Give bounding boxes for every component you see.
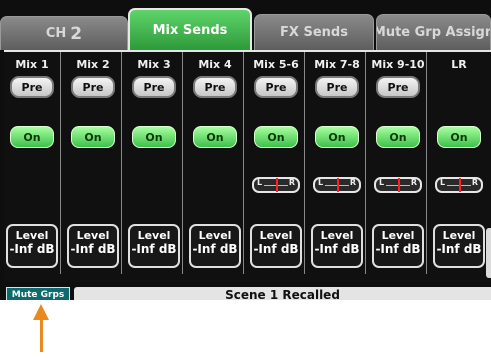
level-value: -Inf dB: [70, 242, 116, 256]
tab-channel-prefix: CH: [45, 26, 67, 41]
pan-control[interactable]: L R: [252, 177, 300, 193]
pan-right-label: R: [410, 178, 417, 187]
pan-position-marker: [276, 178, 278, 192]
pan-position-marker: [459, 178, 461, 192]
horizontal-scroll-indicator[interactable]: [486, 228, 491, 278]
pre-button[interactable]: Pre: [376, 76, 420, 98]
level-control[interactable]: Level -Inf dB: [67, 224, 119, 268]
tab-channel[interactable]: CH 2: [0, 16, 128, 50]
strip-mix-1: Mix 1 Pre On Level -Inf dB: [4, 52, 61, 274]
pan-left-label: L: [318, 178, 324, 187]
strip-lr: LR On L R Level -Inf dB: [431, 52, 487, 274]
tab-mute-grp-assign-label: Mute Grp Assign: [376, 25, 491, 40]
pan-right-label: R: [471, 178, 478, 187]
strip-name: Mix 9-10: [371, 58, 425, 71]
on-button[interactable]: On: [315, 126, 359, 148]
tab-channel-number: 2: [70, 23, 83, 44]
mute-grps-button[interactable]: Mute Grps: [6, 287, 70, 300]
mixer-screen: CH 2 Mix Sends FX Sends Mute Grp Assign …: [0, 0, 491, 300]
pre-button[interactable]: Pre: [254, 76, 298, 98]
level-label: Level: [198, 229, 232, 242]
tab-mix-sends[interactable]: Mix Sends: [128, 8, 252, 50]
strip-name: Mix 4: [198, 58, 232, 71]
level-control[interactable]: Level -Inf dB: [433, 224, 485, 268]
tab-mute-grp-assign[interactable]: Mute Grp Assign: [376, 14, 491, 50]
on-button[interactable]: On: [376, 126, 420, 148]
strip-name: Mix 7-8: [314, 58, 360, 71]
on-button[interactable]: On: [71, 126, 115, 148]
strip-mix-2: Mix 2 Pre On Level -Inf dB: [65, 52, 122, 274]
pan-control[interactable]: L R: [374, 177, 422, 193]
pre-button[interactable]: Pre: [10, 76, 54, 98]
pan-right-label: R: [349, 178, 356, 187]
on-button[interactable]: On: [193, 126, 237, 148]
on-button[interactable]: On: [437, 126, 481, 148]
pan-position-marker: [337, 178, 339, 192]
strip-name: Mix 5-6: [253, 58, 299, 71]
level-label: Level: [381, 229, 415, 242]
level-value: -Inf dB: [436, 242, 482, 256]
level-control[interactable]: Level -Inf dB: [372, 224, 424, 268]
level-control[interactable]: Level -Inf dB: [311, 224, 363, 268]
level-label: Level: [320, 229, 354, 242]
level-value: -Inf dB: [9, 242, 55, 256]
strip-name: LR: [451, 58, 467, 71]
level-value: -Inf dB: [253, 242, 299, 256]
level-control[interactable]: Level -Inf dB: [128, 224, 180, 268]
level-label: Level: [15, 229, 49, 242]
on-button[interactable]: On: [10, 126, 54, 148]
tab-mix-sends-label: Mix Sends: [152, 22, 228, 38]
status-message: Scene 1 Recalled: [74, 287, 491, 300]
pan-position-marker: [398, 178, 400, 192]
pan-control[interactable]: L R: [435, 177, 483, 193]
send-strips-panel: Mix 1 Pre On Level -Inf dB Mix 2 Pre On …: [4, 50, 491, 282]
strip-mix-9-10: Mix 9-10 Pre On L R Level -Inf dB: [370, 52, 427, 274]
level-value: -Inf dB: [314, 242, 360, 256]
callout-arrow-shaft: [40, 318, 43, 352]
level-control[interactable]: Level -Inf dB: [250, 224, 302, 268]
strip-name: Mix 3: [137, 58, 171, 71]
pan-control[interactable]: L R: [313, 177, 361, 193]
level-label: Level: [76, 229, 110, 242]
pan-left-label: L: [379, 178, 385, 187]
pre-button[interactable]: Pre: [315, 76, 359, 98]
tab-fx-sends-label: FX Sends: [280, 25, 348, 40]
level-value: -Inf dB: [131, 242, 177, 256]
pre-button[interactable]: Pre: [71, 76, 115, 98]
on-button[interactable]: On: [254, 126, 298, 148]
tab-fx-sends[interactable]: FX Sends: [254, 14, 374, 50]
strip-name: Mix 2: [76, 58, 110, 71]
pan-left-label: L: [257, 178, 263, 187]
level-control[interactable]: Level -Inf dB: [189, 224, 241, 268]
level-value: -Inf dB: [192, 242, 238, 256]
level-control[interactable]: Level -Inf dB: [6, 224, 58, 268]
strip-mix-5-6: Mix 5-6 Pre On L R Level -Inf dB: [248, 52, 305, 274]
level-value: -Inf dB: [375, 242, 421, 256]
strip-mix-4: Mix 4 Pre On Level -Inf dB: [187, 52, 244, 274]
strip-name: Mix 1: [15, 58, 49, 71]
strip-mix-7-8: Mix 7-8 Pre On L R Level -Inf dB: [309, 52, 366, 274]
pan-left-label: L: [440, 178, 446, 187]
pan-right-label: R: [288, 178, 295, 187]
strip-mix-3: Mix 3 Pre On Level -Inf dB: [126, 52, 183, 274]
level-label: Level: [259, 229, 293, 242]
level-label: Level: [442, 229, 476, 242]
level-label: Level: [137, 229, 171, 242]
pre-button[interactable]: Pre: [132, 76, 176, 98]
on-button[interactable]: On: [132, 126, 176, 148]
status-bar: Mute Grps Scene 1 Recalled: [0, 286, 491, 300]
pre-button[interactable]: Pre: [193, 76, 237, 98]
